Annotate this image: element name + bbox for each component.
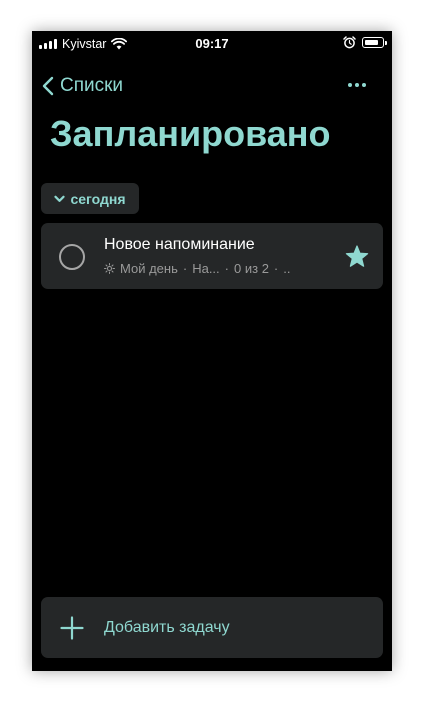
task-item[interactable]: Новое напоминание Мой день · На... · 0 и… (41, 223, 383, 289)
status-bar: Kyivstar 09:17 (32, 31, 392, 57)
task-meta-overflow: .. (283, 260, 291, 276)
group-label: сегодня (70, 190, 126, 207)
group-toggle-today[interactable]: сегодня (41, 183, 139, 214)
ellipsis-icon[interactable] (344, 75, 370, 95)
back-label: Списки (60, 75, 124, 96)
chevron-down-icon (54, 195, 66, 202)
status-right (343, 36, 387, 49)
meta-separator: · (182, 260, 188, 276)
add-task-label: Добавить задачу (104, 619, 230, 636)
task-steps: 0 из 2 (234, 260, 269, 276)
task-complete-checkbox[interactable] (59, 244, 85, 270)
app-screen: Kyivstar 09:17 Списки Запланировано сего… (32, 31, 392, 671)
chevron-left-icon (42, 76, 54, 96)
plus-icon (60, 616, 84, 640)
sun-icon (104, 262, 115, 274)
task-my-day: Мой день (120, 260, 178, 276)
alarm-clock-icon (343, 36, 356, 49)
task-list-name: На... (192, 260, 220, 276)
star-icon[interactable] (345, 245, 369, 268)
back-button[interactable]: Списки (42, 73, 123, 99)
battery-icon (362, 37, 387, 48)
task-title: Новое напоминание (104, 236, 255, 253)
task-meta: Мой день · На... · 0 из 2 · .. (104, 260, 334, 276)
status-time: 09:17 (195, 36, 229, 51)
page-title: Запланировано (50, 113, 331, 154)
meta-separator: · (273, 260, 279, 276)
meta-separator: · (224, 260, 230, 276)
add-task-button[interactable]: Добавить задачу (41, 597, 383, 658)
